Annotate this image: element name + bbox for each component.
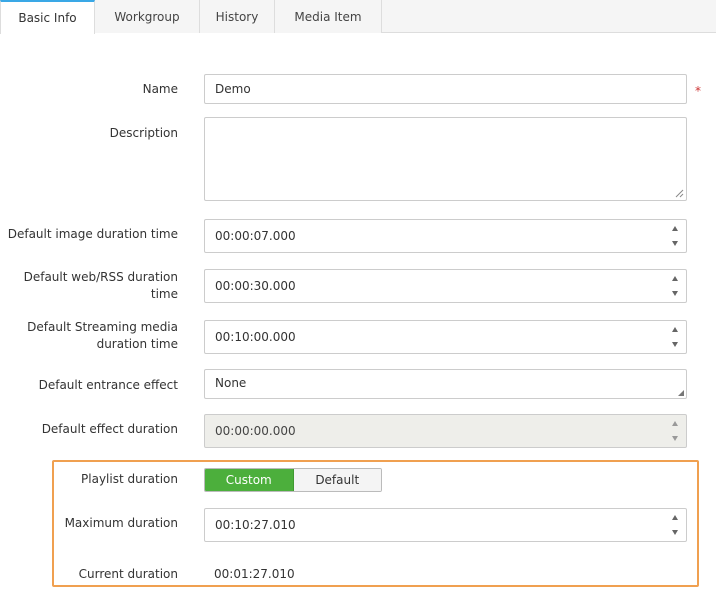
tab-workgroup[interactable]: Workgroup xyxy=(95,0,200,33)
streaming-duration-spinner xyxy=(204,320,687,354)
tab-basic-info[interactable]: Basic Info xyxy=(0,0,95,34)
custom-option-button[interactable]: Custom xyxy=(205,469,294,491)
tab-bar: Basic Info Workgroup History Media Item xyxy=(0,0,716,34)
tab-history[interactable]: History xyxy=(200,0,275,33)
spin-arrows-icon[interactable] xyxy=(671,276,679,296)
effect-duration-label: Default effect duration xyxy=(41,422,178,436)
web-duration-spinner xyxy=(204,269,687,303)
description-label: Description xyxy=(109,126,178,140)
entrance-effect-label: Default entrance effect xyxy=(38,378,178,392)
max-duration-input[interactable] xyxy=(204,508,687,542)
description-textarea[interactable] xyxy=(204,117,687,201)
current-duration-value: 00:01:27.010 xyxy=(214,567,295,581)
dropdown-corner-icon xyxy=(678,390,684,396)
required-mark: * xyxy=(695,84,701,98)
max-duration-label: Maximum duration xyxy=(64,516,178,530)
max-duration-spinner xyxy=(204,508,687,542)
spin-arrows-icon[interactable] xyxy=(671,515,679,535)
spin-arrows-icon xyxy=(671,421,679,441)
image-duration-label: Default image duration time xyxy=(7,227,178,241)
name-input[interactable] xyxy=(204,74,687,104)
current-duration-label: Current duration xyxy=(78,567,178,581)
default-option-button[interactable]: Default xyxy=(293,469,381,491)
image-duration-spinner xyxy=(204,219,687,253)
spin-arrows-icon[interactable] xyxy=(671,226,679,246)
streaming-duration-input[interactable] xyxy=(204,320,687,354)
entrance-effect-value: None xyxy=(215,376,247,390)
entrance-effect-select[interactable]: None xyxy=(204,369,687,399)
effect-duration-spinner xyxy=(204,414,687,448)
spin-arrows-icon[interactable] xyxy=(671,327,679,347)
streaming-duration-label: Default Streaming media duration time xyxy=(27,320,178,351)
web-duration-label: Default web/RSS duration time xyxy=(23,270,178,301)
media-playlist-form-page: Basic Info Workgroup History Media Item … xyxy=(0,0,716,593)
effect-duration-input xyxy=(204,414,687,448)
name-label: Name xyxy=(142,82,178,96)
image-duration-input[interactable] xyxy=(204,219,687,253)
playlist-duration-label: Playlist duration xyxy=(81,472,178,486)
playlist-duration-toggle: Custom Default xyxy=(204,468,382,492)
tab-media-item[interactable]: Media Item xyxy=(275,0,382,33)
resize-grip-icon[interactable] xyxy=(674,188,684,198)
web-duration-input[interactable] xyxy=(204,269,687,303)
